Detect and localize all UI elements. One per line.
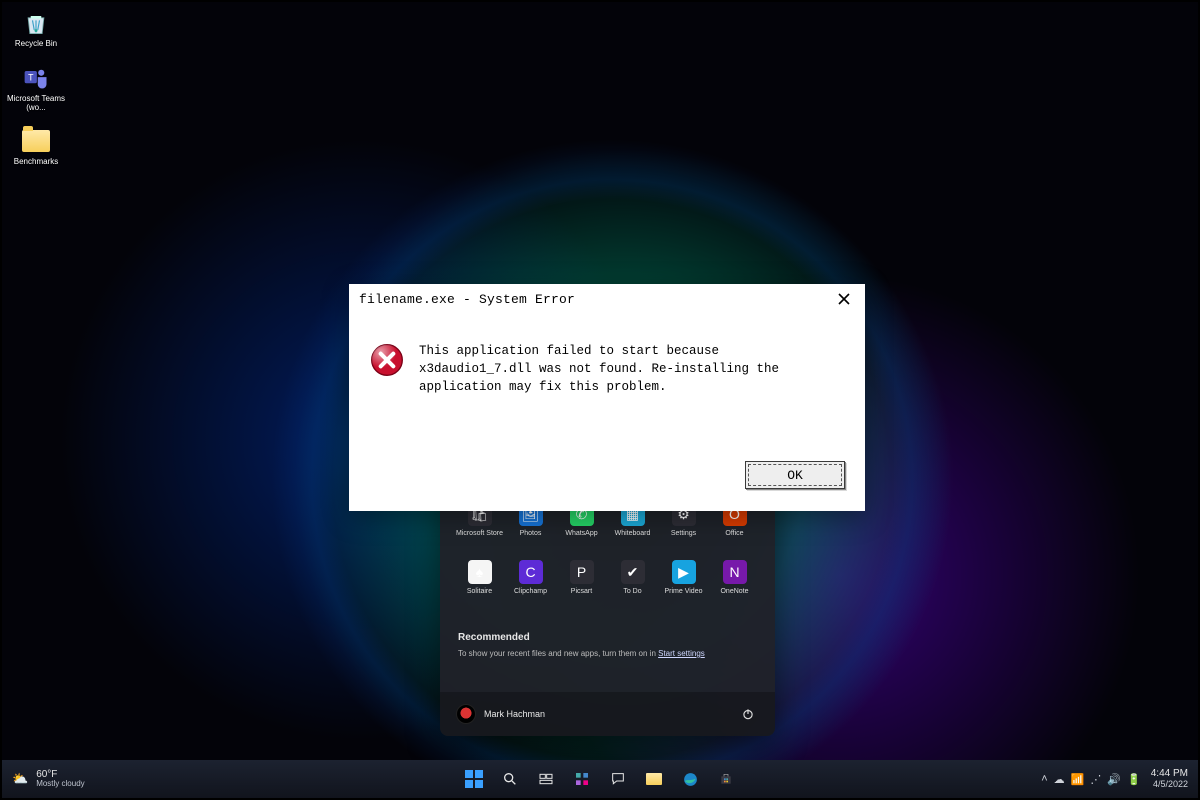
svg-text:T: T: [28, 72, 34, 82]
start-menu-user-name: Mark Hachman: [484, 709, 545, 719]
task-view-button[interactable]: [531, 764, 561, 794]
desktop-icon-label: Benchmarks: [14, 158, 58, 167]
taskbar-weather-widget[interactable]: ⛅ 60°F Mostly cloudy: [2, 770, 85, 788]
taskbar-center: [459, 764, 741, 794]
app-label: WhatsApp: [565, 530, 597, 537]
weather-condition: Mostly cloudy: [36, 780, 84, 788]
desktop-icon-benchmarks[interactable]: Benchmarks: [6, 126, 66, 167]
weather-icon: ⛅: [12, 771, 28, 787]
taskbar-search-button[interactable]: [495, 764, 525, 794]
taskbar-chat-button[interactable]: [603, 764, 633, 794]
taskbar-widgets-button[interactable]: [567, 764, 597, 794]
app-label: Picsart: [571, 588, 592, 595]
volume-tray-icon[interactable]: 🔊: [1107, 773, 1121, 786]
store-icon: [718, 771, 734, 787]
app-label: Photos: [520, 530, 542, 537]
app-label: Office: [725, 530, 743, 537]
dialog-message: This application failed to start because…: [419, 342, 839, 461]
app-label: Solitaire: [467, 588, 492, 595]
desktop-icon-recycle-bin[interactable]: Recycle Bin: [6, 8, 66, 49]
avatar-icon: [456, 704, 476, 724]
start-menu-app-clipchamp[interactable]: C Clipchamp: [505, 560, 556, 618]
start-menu-app-picsart[interactable]: P Picsart: [556, 560, 607, 618]
chat-icon: [610, 771, 626, 787]
edge-icon: [682, 771, 699, 788]
app-label: Settings: [671, 530, 696, 537]
system-tray[interactable]: ˄ ☁ 📶 ⋰ 🔊 🔋: [1041, 773, 1141, 786]
task-view-icon: [538, 771, 554, 787]
app-label: Whiteboard: [615, 530, 651, 537]
desktop-icon-label: Microsoft Teams (wo...: [6, 95, 66, 113]
start-menu-recommended-text: To show your recent files and new apps, …: [458, 649, 761, 658]
app-icon: P: [570, 560, 594, 584]
battery-tray-icon[interactable]: 🔋: [1127, 773, 1141, 786]
recycle-bin-icon: [21, 8, 51, 38]
chevron-up-icon[interactable]: ˄: [1041, 773, 1047, 785]
widgets-icon: [574, 771, 590, 787]
taskbar-clock[interactable]: 4:44 PM 4/5/2022: [1151, 769, 1188, 789]
app-icon: ✔: [621, 560, 645, 584]
ok-button[interactable]: OK: [745, 461, 845, 489]
app-label: To Do: [623, 588, 641, 595]
clock-date: 4/5/2022: [1153, 780, 1188, 789]
desktop-icon-microsoft-teams[interactable]: T Microsoft Teams (wo...: [6, 63, 66, 113]
app-label: OneNote: [720, 588, 748, 595]
search-icon: [502, 771, 518, 787]
taskbar-store-button[interactable]: [711, 764, 741, 794]
clock-time: 4:44 PM: [1151, 769, 1188, 780]
close-icon: [837, 292, 851, 306]
start-menu-app-solitaire[interactable]: ♠ Solitaire: [454, 560, 505, 618]
windows-logo-icon: [465, 770, 483, 788]
folder-icon: [646, 773, 662, 785]
network-tray-icon[interactable]: 📶: [1071, 773, 1085, 786]
start-menu-app-to-do[interactable]: ✔ To Do: [607, 560, 658, 618]
folder-icon: [21, 126, 51, 156]
app-label: Prime Video: [664, 588, 702, 595]
start-menu-app-prime-video[interactable]: ▶ Prime Video: [658, 560, 709, 618]
error-icon: [369, 342, 405, 378]
start-button[interactable]: [459, 764, 489, 794]
app-icon: ♠: [468, 560, 492, 584]
start-menu-user[interactable]: Mark Hachman: [456, 704, 545, 724]
app-icon: N: [723, 560, 747, 584]
wifi-tray-icon[interactable]: ⋰: [1090, 773, 1101, 786]
taskbar-explorer-button[interactable]: [639, 764, 669, 794]
app-icon: C: [519, 560, 543, 584]
start-settings-link[interactable]: Start settings: [658, 649, 705, 658]
app-label: Microsoft Store: [456, 530, 503, 537]
taskbar: ⛅ 60°F Mostly cloudy ˄ ☁ 📶 ⋰ 🔊 🔋 4:44 PM…: [2, 760, 1198, 798]
start-menu-app-onenote[interactable]: N OneNote: [709, 560, 760, 618]
teams-icon: T: [21, 63, 51, 93]
power-icon: [741, 707, 755, 721]
desktop-icons: Recycle Bin T Microsoft Teams (wo... Ben…: [6, 8, 66, 167]
taskbar-edge-button[interactable]: [675, 764, 705, 794]
start-menu-pinned-apps: 🛍Microsoft Store🖼Photos✆WhatsApp▦Whitebo…: [454, 502, 761, 618]
power-button[interactable]: [737, 703, 759, 725]
desktop-icon-label: Recycle Bin: [15, 40, 57, 49]
onedrive-tray-icon[interactable]: ☁: [1054, 773, 1065, 786]
error-dialog: filename.exe - System Error This applica…: [349, 284, 865, 511]
app-label: Clipchamp: [514, 588, 547, 595]
start-menu-recommended-heading: Recommended: [458, 632, 761, 643]
dialog-title-text: filename.exe - System Error: [359, 292, 831, 307]
dialog-close-button[interactable]: [831, 286, 857, 312]
app-icon: ▶: [672, 560, 696, 584]
dialog-titlebar[interactable]: filename.exe - System Error: [349, 284, 865, 312]
